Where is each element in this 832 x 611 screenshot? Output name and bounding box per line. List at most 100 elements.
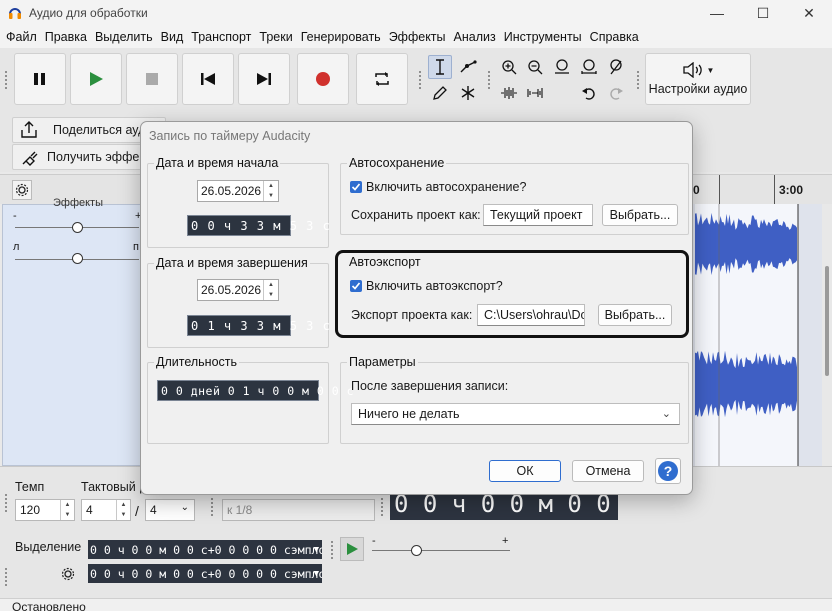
end-date-value: 26.05.2026: [201, 283, 262, 297]
start-date-field[interactable]: 26.05.2026 ▲ ▼: [197, 180, 279, 202]
selection-end-value: 0 0 ч 0 0 м 0 0 с+0 0 0 0 0 сэмплов: [90, 566, 322, 581]
spin-up-icon[interactable]: ▲: [117, 500, 130, 510]
status-bar: Остановлено: [0, 598, 832, 611]
toolbar-grip[interactable]: [418, 70, 422, 90]
start-date-value: 26.05.2026: [201, 184, 262, 198]
toolbar-grip[interactable]: [210, 497, 214, 517]
ok-button[interactable]: ОК: [489, 460, 561, 482]
audio-setup-label: Настройки аудио: [648, 82, 748, 96]
meter-denominator-select[interactable]: 4 ⌄: [145, 499, 195, 521]
minimize-button[interactable]: —: [694, 0, 740, 26]
loop-button[interactable]: [356, 53, 408, 105]
loop-icon: [375, 72, 389, 86]
pencil-icon: [433, 86, 447, 100]
silence-icon: [527, 88, 543, 98]
zoom-in-button[interactable]: [497, 55, 521, 79]
menu-select[interactable]: Выделить: [91, 26, 157, 48]
maximize-button[interactable]: ☐: [740, 0, 786, 26]
spin-up-icon[interactable]: ▲: [264, 280, 278, 290]
track-control-panel[interactable]: Эффекты - + л п: [2, 197, 149, 466]
play-button[interactable]: [70, 53, 122, 105]
tempo-value: 120: [20, 503, 41, 517]
selection-start-field[interactable]: 0 0 ч 0 0 м 0 0 с+0 0 0 0 0 сэмплов ▼: [88, 540, 322, 559]
skip-to-end-button[interactable]: [238, 53, 290, 105]
multi-tool-button[interactable]: [456, 81, 480, 105]
fit-selection-button[interactable]: [550, 55, 574, 79]
play-at-speed-button[interactable]: [340, 537, 364, 561]
speed-minus-label: -: [372, 535, 376, 547]
duration-group-label: Длительность: [154, 355, 240, 369]
options-group: Параметры После завершения записи: Ничег…: [340, 355, 689, 444]
speed-slider-thumb[interactable]: [411, 545, 422, 556]
menu-view[interactable]: Вид: [157, 26, 188, 48]
selection-end-field[interactable]: 0 0 ч 0 0 м 0 0 с+0 0 0 0 0 сэмплов ▼: [88, 564, 322, 583]
spin-up-icon[interactable]: ▲: [264, 181, 278, 191]
pan-slider-thumb[interactable]: [72, 253, 83, 264]
cancel-button[interactable]: Отмена: [572, 460, 644, 482]
audio-setup-button[interactable]: ▼ Настройки аудио: [645, 53, 751, 105]
pause-button[interactable]: [14, 53, 66, 105]
menu-effects[interactable]: Эффекты: [385, 26, 450, 48]
track-effects-label: Эффекты: [53, 197, 104, 209]
zoom-out-button[interactable]: [523, 55, 547, 79]
gain-slider-thumb[interactable]: [72, 222, 83, 233]
timeline-settings-button[interactable]: [12, 180, 32, 200]
selection-tool-button[interactable]: [428, 55, 452, 79]
autosave-group-label: Автосохранение: [347, 156, 447, 170]
help-button[interactable]: ?: [655, 458, 681, 484]
close-button[interactable]: ✕: [786, 0, 832, 26]
envelope-tool-button[interactable]: [456, 55, 480, 79]
toolbar-grip[interactable]: [380, 497, 384, 517]
pan-left-label: л: [13, 241, 20, 253]
toolbar-grip[interactable]: [330, 540, 334, 560]
chevron-down-icon: ⌄: [180, 502, 189, 513]
toolbar-grip[interactable]: [4, 567, 8, 587]
play-icon: [90, 72, 103, 86]
spin-down-icon[interactable]: ▼: [61, 510, 74, 520]
stop-button[interactable]: [126, 53, 178, 105]
toolbar-grip[interactable]: [636, 70, 640, 90]
redo-button[interactable]: [604, 81, 628, 105]
record-button[interactable]: [297, 53, 349, 105]
zoom-selection-icon: [555, 59, 569, 74]
menu-file[interactable]: Файл: [2, 26, 41, 48]
trim-audio-button[interactable]: [497, 81, 521, 105]
undo-button[interactable]: [577, 81, 601, 105]
toolbar-grip[interactable]: [487, 70, 491, 90]
menu-analyze[interactable]: Анализ: [450, 26, 500, 48]
spin-down-icon[interactable]: ▼: [117, 510, 130, 520]
gear-icon: [61, 567, 75, 581]
menu-generate[interactable]: Генерировать: [297, 26, 385, 48]
duration-field[interactable]: 0 0 дней 0 1 ч 0 0 м 0 0 с: [157, 380, 354, 401]
toolbar-grip[interactable]: [4, 493, 8, 513]
scrollbar-thumb[interactable]: [825, 266, 829, 376]
vertical-scrollbar[interactable]: [822, 204, 832, 466]
spin-up-icon[interactable]: ▲: [61, 500, 74, 510]
autosave-browse-button[interactable]: Выбрать...: [602, 204, 678, 226]
skip-to-start-button[interactable]: [182, 53, 234, 105]
zoom-toggle-button[interactable]: [604, 55, 628, 79]
end-time-field[interactable]: 0 1 ч 3 3 м 5 3 с: [187, 315, 330, 336]
menu-tools[interactable]: Инструменты: [500, 26, 586, 48]
save-as-input[interactable]: Текущий проект: [483, 204, 593, 226]
after-recording-select[interactable]: Ничего не делать ⌄: [351, 403, 680, 425]
draw-tool-button[interactable]: [428, 81, 452, 105]
selection-settings-button[interactable]: [58, 564, 78, 584]
fit-project-button[interactable]: [577, 55, 601, 79]
spin-down-icon[interactable]: ▼: [264, 191, 278, 201]
end-date-field[interactable]: 26.05.2026 ▲ ▼: [197, 279, 279, 301]
snap-select[interactable]: к 1/8: [222, 499, 375, 521]
menu-tracks[interactable]: Треки: [255, 26, 296, 48]
autosave-checkbox[interactable]: [350, 181, 362, 193]
tempo-spinner[interactable]: 120 ▲ ▼: [15, 499, 75, 521]
envelope-icon: [460, 60, 477, 73]
menu-edit[interactable]: Правка: [41, 26, 91, 48]
end-group-label: Дата и время завершения: [154, 256, 310, 270]
menu-transport[interactable]: Транспорт: [187, 26, 255, 48]
start-time-field[interactable]: 0 0 ч 3 3 м 5 3 с: [187, 215, 330, 236]
meter-numerator-spinner[interactable]: 4 ▲ ▼: [81, 499, 131, 521]
menu-help[interactable]: Справка: [586, 26, 643, 48]
spin-down-icon[interactable]: ▼: [264, 290, 278, 300]
toolbar-grip[interactable]: [4, 70, 8, 90]
silence-audio-button[interactable]: [523, 81, 547, 105]
